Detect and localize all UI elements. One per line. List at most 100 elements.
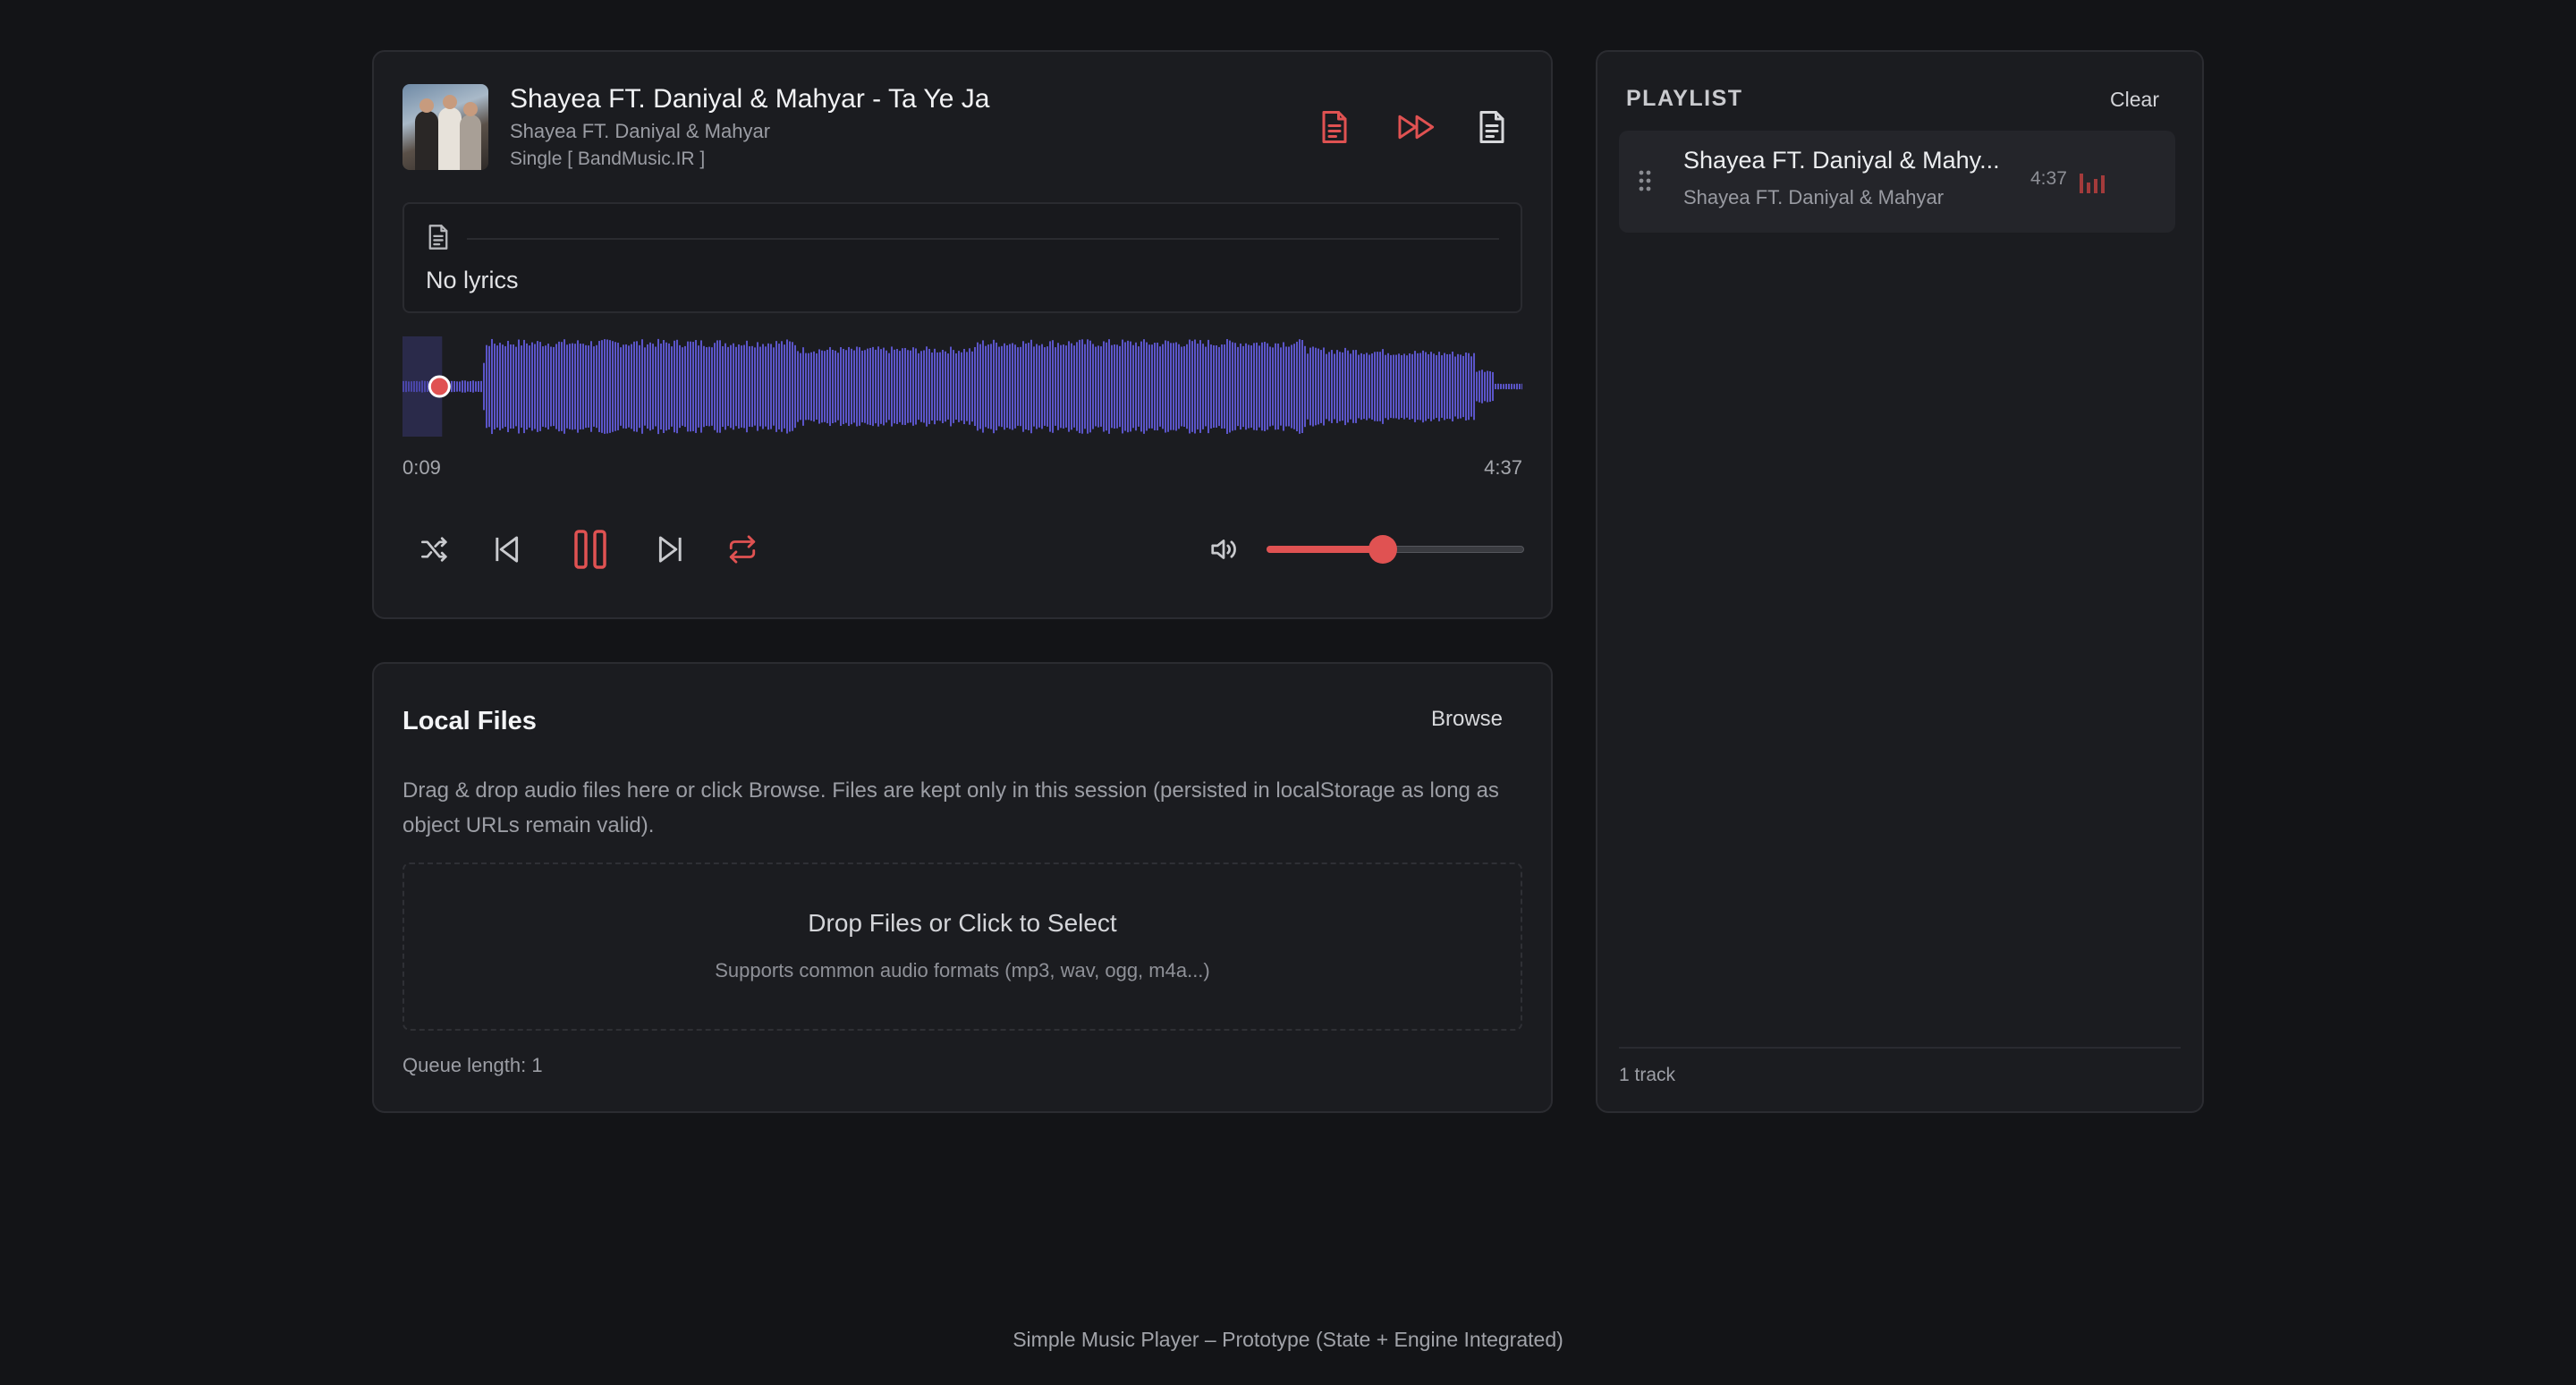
waveform-bar [794, 344, 796, 429]
waveform-bar [1199, 340, 1201, 433]
waveform-bar [1197, 344, 1199, 429]
waveform-bar [719, 340, 721, 433]
waveform-bar [427, 380, 428, 393]
playlist-item[interactable]: Shayea FT. Daniyal & Mahy... Shayea FT. … [1619, 131, 2175, 233]
waveform-bar [582, 344, 584, 429]
waveform-bar [1347, 350, 1349, 423]
waveform-bar [1457, 353, 1459, 420]
waveform-bar [1041, 344, 1043, 429]
waveform-seekbar[interactable] [402, 336, 1522, 437]
waveform-bar [974, 346, 976, 427]
waveform-bar [918, 353, 919, 421]
waveform-bar [1127, 340, 1129, 433]
waveform-bar [1377, 352, 1378, 421]
waveform-bar [765, 346, 767, 427]
waveform-bar [1202, 344, 1204, 429]
volume-slider[interactable] [1267, 535, 1524, 564]
waveform-bar [1140, 341, 1142, 432]
clear-playlist-button[interactable]: Clear [2110, 88, 2159, 112]
playhead-handle[interactable] [428, 375, 451, 398]
waveform-bar [601, 340, 603, 433]
waveform-bar [730, 344, 732, 429]
waveform-bar [971, 351, 973, 422]
details-button[interactable] [1470, 106, 1513, 149]
waveform-bar [1363, 353, 1365, 420]
waveform-bar [998, 346, 1000, 427]
waveform-bar [1460, 354, 1462, 419]
waveform-bar [1462, 355, 1464, 418]
track-album: Single [ BandMusic.IR ] [510, 149, 706, 169]
waveform-bar [1414, 351, 1416, 422]
waveform-bar [714, 343, 716, 430]
waveform-bar [1148, 344, 1150, 429]
waveform-bar [738, 344, 740, 429]
mute-button[interactable] [1206, 531, 1241, 567]
waveform-bar [1500, 384, 1502, 389]
shuffle-button[interactable] [415, 530, 454, 569]
waveform-bar [467, 381, 469, 392]
waveform-bar [513, 344, 514, 429]
waveform-bar [537, 341, 538, 432]
waveform-bar [813, 351, 815, 422]
waveform-bar [963, 348, 965, 425]
waveform-bar [636, 341, 638, 432]
waveform-bar [735, 346, 737, 427]
volume-thumb[interactable] [1368, 535, 1397, 564]
waveform-bar [899, 351, 901, 422]
waveform-bar [1162, 344, 1164, 429]
waveform-bar [843, 348, 844, 425]
next-button[interactable] [651, 530, 691, 569]
repeat-button[interactable] [723, 530, 762, 569]
waveform-bar [888, 353, 890, 421]
waveform-bar [778, 344, 780, 429]
waveform-bar [1138, 346, 1140, 427]
waveform-bar [1267, 343, 1268, 430]
waveform-bar [1063, 344, 1064, 429]
waveform-bar [590, 341, 592, 432]
waveform-bar [990, 344, 992, 429]
waveform-bar [926, 346, 928, 427]
waveform-bar [679, 344, 681, 429]
waveform-bar [1022, 341, 1024, 432]
waveform-bar [574, 344, 576, 429]
waveform-bar [1097, 345, 1099, 428]
waveform-bar [808, 353, 809, 421]
waveform-bar [577, 340, 579, 433]
waveform-bar [416, 380, 418, 393]
waveform-bar [1465, 353, 1467, 421]
lyrics-toggle-button[interactable] [1313, 106, 1356, 149]
waveform-bar [805, 353, 807, 421]
waveform-bar [1028, 343, 1030, 430]
waveform-bar [531, 342, 533, 431]
waveform-bar [1304, 345, 1306, 428]
waveform-bar [1049, 341, 1051, 432]
waveform-bar [1130, 341, 1131, 432]
waveform-bar [542, 346, 544, 427]
waveform-bar [875, 349, 877, 424]
waveform-bar [620, 347, 622, 426]
play-pause-button[interactable] [562, 521, 619, 578]
waveform-bar [1444, 353, 1445, 421]
waveform-bar [810, 352, 812, 421]
waveform-bar [936, 352, 938, 421]
waveform-bar [1258, 345, 1260, 428]
waveform-bar [596, 344, 597, 429]
previous-button[interactable] [487, 530, 526, 569]
waveform-bar [1237, 346, 1239, 427]
waveform-bar [757, 342, 758, 431]
waveform-bar [961, 352, 962, 421]
waveform-bar [953, 350, 954, 423]
waveform-bar [1213, 345, 1215, 428]
waveform-bar [1181, 346, 1182, 427]
waveform-bar [864, 350, 866, 423]
browse-button[interactable]: Browse [1431, 707, 1503, 732]
crossfade-button[interactable] [1390, 106, 1444, 149]
waveform-bar [663, 340, 665, 433]
waveform-bar [784, 344, 785, 429]
waveform-bar [1318, 348, 1319, 425]
waveform-bar [1038, 345, 1040, 428]
waveform-bar [987, 344, 989, 429]
drag-handle-icon[interactable] [1639, 170, 1651, 191]
waveform-bar [716, 340, 718, 433]
drop-zone[interactable]: Drop Files or Click to Select Supports c… [402, 862, 1522, 1031]
